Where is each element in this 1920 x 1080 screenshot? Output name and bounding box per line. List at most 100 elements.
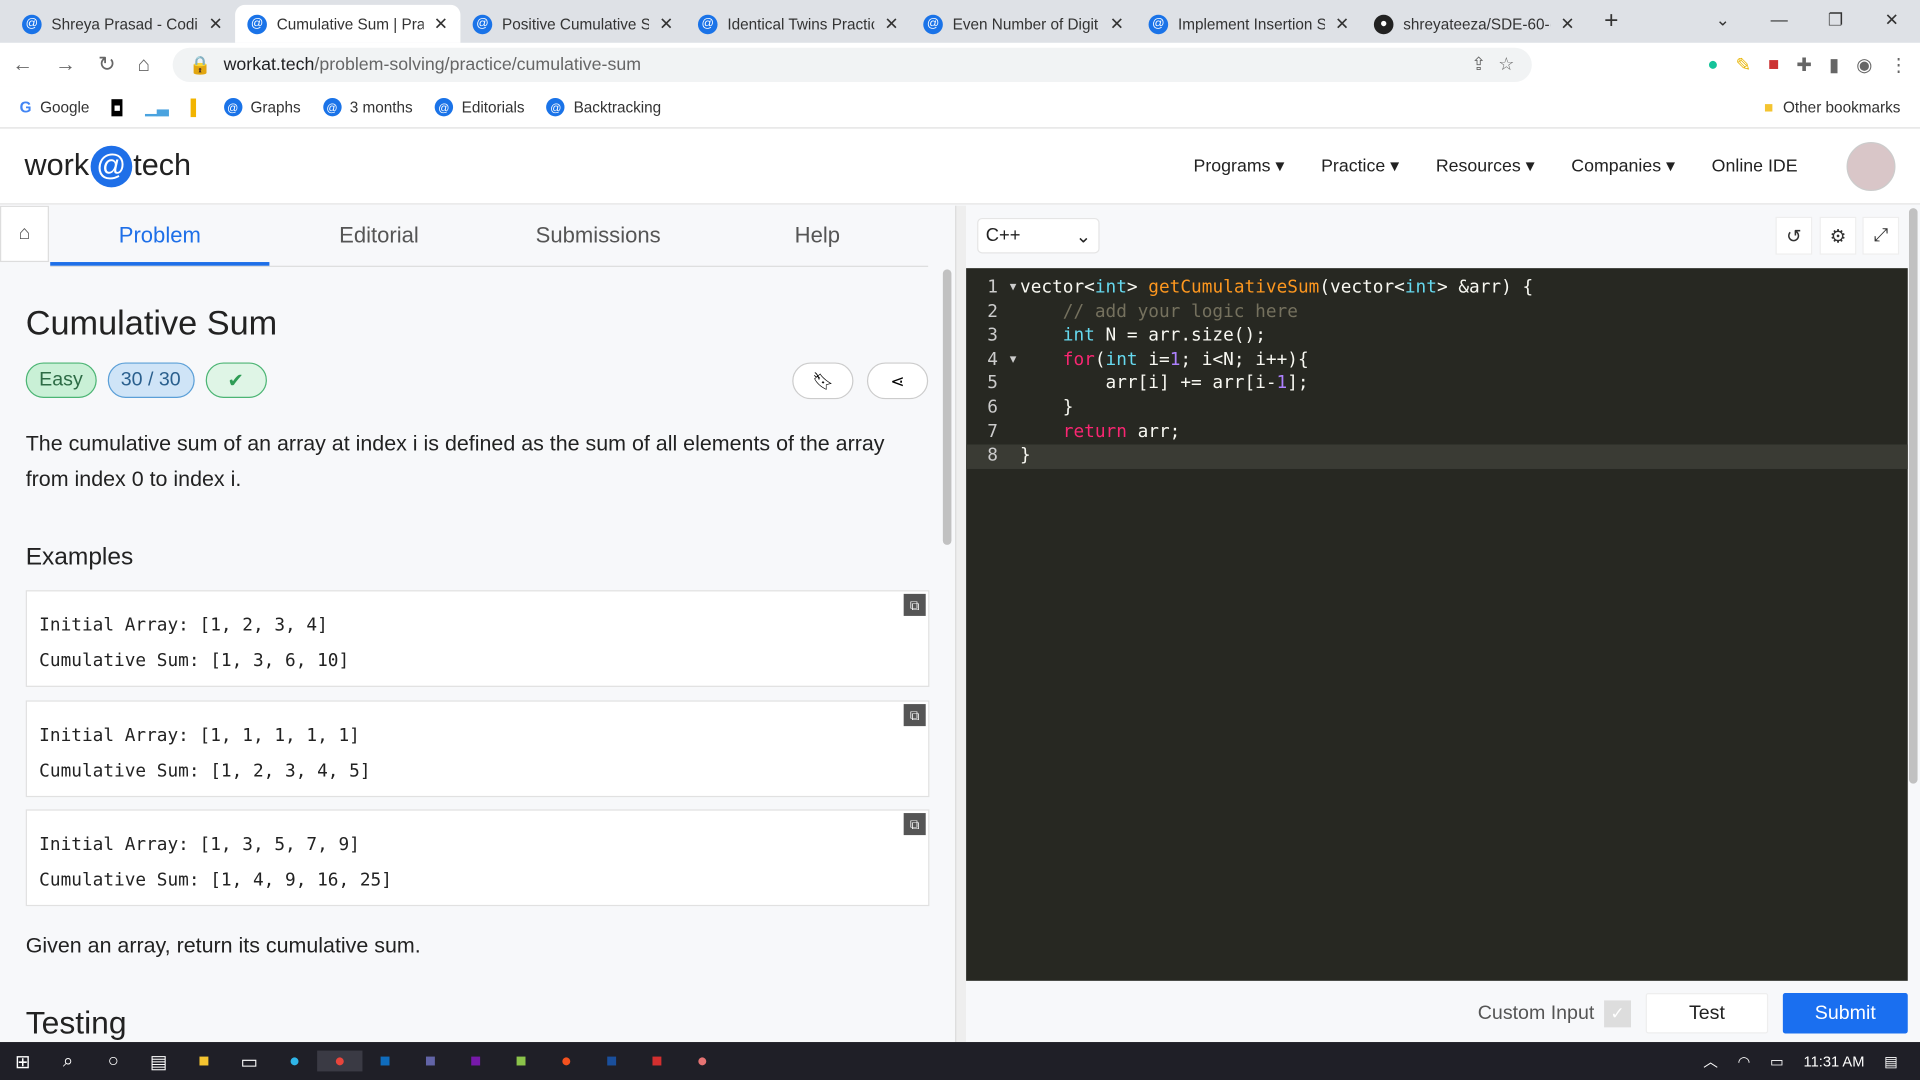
avatar[interactable]	[1846, 141, 1896, 191]
nav-companies[interactable]: Companies ▾	[1571, 156, 1675, 176]
notifications-icon[interactable]: ▤	[1884, 1052, 1898, 1069]
code-editor[interactable]: 1 ▼ vector<int> getCumulativeSum(vector<in…	[966, 268, 1908, 981]
close-icon[interactable]: ✕	[434, 13, 448, 34]
other-bookmarks[interactable]: ■ Other bookmarks	[1764, 99, 1900, 116]
search-icon[interactable]: ⌕	[45, 1051, 90, 1072]
bookmark-3-months[interactable]: @3 months	[322, 97, 413, 117]
tab-submissions[interactable]: Submissions	[489, 206, 708, 266]
copy-icon[interactable]: ⧉	[903, 704, 926, 727]
tab-problem[interactable]: Problem	[50, 206, 270, 266]
profile-icon[interactable]: ◉	[1856, 54, 1872, 76]
scrollbar[interactable]	[942, 269, 952, 545]
bookmark-icon-only[interactable]: ▁▃	[145, 98, 169, 116]
bookmark-graphs[interactable]: @ Graphs	[223, 97, 301, 117]
panel-resize-handle[interactable]	[955, 205, 967, 1043]
restore-button[interactable]: ❐	[1807, 0, 1863, 39]
bookmark-icon-only[interactable]: ▌	[191, 99, 202, 116]
battery-icon[interactable]: ▭	[1770, 1052, 1784, 1069]
browser-tab[interactable]: @ Even Number of Digit ✕	[911, 5, 1136, 43]
forward-icon[interactable]: →	[55, 53, 76, 77]
browser-tab[interactable]: ● shreyateeza/SDE-60-c ✕	[1362, 5, 1587, 43]
puzzle-icon[interactable]: ✚	[1796, 54, 1811, 76]
checkbox[interactable]: ✓	[1604, 999, 1632, 1027]
clock[interactable]: 11:31 AM	[1803, 1052, 1864, 1069]
browser-tab[interactable]: @ Shreya Prasad - Codin ✕	[10, 5, 235, 43]
highlighter-icon[interactable]: ✎	[1736, 54, 1751, 76]
fold-icon[interactable]: ▼	[1010, 349, 1017, 373]
bookmark-icon-only[interactable]: ■	[111, 98, 124, 116]
close-icon[interactable]: ✕	[1110, 13, 1124, 34]
notepad-icon[interactable]: ■	[498, 1051, 543, 1072]
scrollbar[interactable]	[1908, 208, 1918, 784]
wifi-icon[interactable]: ◠	[1738, 1052, 1751, 1069]
settings-button[interactable]: ⚙	[1819, 216, 1857, 255]
share-icon: ⋖	[890, 370, 905, 391]
close-icon[interactable]: ✕	[884, 13, 898, 34]
nav-practice[interactable]: Practice ▾	[1321, 156, 1399, 176]
grammarly-icon[interactable]: ●	[1707, 54, 1718, 76]
reload-icon[interactable]: ↻	[98, 53, 115, 77]
fullscreen-button[interactable]: ⤢	[1862, 216, 1900, 255]
browser-tab[interactable]: @ Positive Cumulative Su ✕	[460, 5, 685, 43]
star-icon[interactable]: ☆	[1498, 55, 1514, 75]
nav-resources[interactable]: Resources ▾	[1436, 156, 1535, 176]
home-button[interactable]: ⌂	[0, 205, 49, 263]
notion-icon[interactable]: ■	[589, 1051, 634, 1072]
google-icon: G	[19, 98, 32, 116]
menu-icon[interactable]: ⋮	[1889, 54, 1907, 76]
edge-icon[interactable]: ●	[272, 1051, 317, 1072]
bookmark-backtracking[interactable]: @ Backtracking	[546, 97, 661, 117]
close-window-button[interactable]: ✕	[1864, 0, 1920, 39]
fold-icon[interactable]: ▼	[1010, 277, 1017, 301]
onenote-icon[interactable]: ■	[453, 1051, 498, 1072]
share-button[interactable]: ⋖	[866, 362, 929, 400]
copy-icon[interactable]: ⧉	[903, 813, 926, 836]
close-icon[interactable]: ✕	[1335, 13, 1349, 34]
gfg-icon: ■	[111, 98, 124, 116]
logo[interactable]: work @ tech	[24, 145, 191, 187]
close-icon[interactable]: ✕	[659, 13, 673, 34]
home-icon[interactable]: ⌂	[137, 53, 150, 77]
chevron-up-icon[interactable]: ︿	[1703, 1051, 1718, 1072]
file-explorer-icon[interactable]: ■	[181, 1051, 226, 1072]
bookmarks-bar: G Google ■ ▁▃ ▌ @ Graphs @3 months @ Editor…	[0, 86, 1920, 129]
tab-editorial[interactable]: Editorial	[269, 206, 488, 266]
nav-online-ide[interactable]: Online IDE	[1712, 156, 1798, 176]
bookmark-google[interactable]: G Google	[20, 99, 90, 116]
back-icon[interactable]: ←	[12, 53, 33, 77]
tab-help[interactable]: Help	[708, 206, 927, 266]
url-input[interactable]: 🔒 workat.tech/problem-solving/practice/cu…	[172, 47, 1532, 83]
app-icon[interactable]: ●	[544, 1051, 589, 1072]
app-icon[interactable]: ●	[680, 1051, 725, 1072]
custom-input-toggle[interactable]: Custom Input ✓	[1478, 999, 1632, 1027]
browser-tab-active[interactable]: @ Cumulative Sum | Prac ✕	[235, 4, 461, 43]
tab-search-icon[interactable]: ⌄	[1695, 0, 1751, 39]
reset-button[interactable]: ↺	[1775, 216, 1813, 255]
language-select[interactable]: C++ ⌄	[977, 217, 1100, 254]
minimize-button[interactable]: —	[1751, 0, 1807, 39]
bookmark-button[interactable]: 🔖︎	[792, 362, 854, 400]
windows-start-icon[interactable]: ⊞	[0, 1050, 45, 1072]
browser-tab[interactable]: @ Implement Insertion S ✕	[1136, 5, 1361, 43]
gear-icon: ⚙	[1829, 225, 1847, 247]
extension-icon[interactable]: ■	[1768, 54, 1779, 76]
cortana-icon[interactable]: ○	[91, 1051, 136, 1072]
task-view-icon[interactable]: ▤	[136, 1050, 181, 1072]
teams-icon[interactable]: ■	[408, 1051, 453, 1072]
submit-button[interactable]: Submit	[1782, 993, 1908, 1034]
sidepanel-icon[interactable]: ▮	[1829, 54, 1839, 76]
workat-icon: @	[223, 97, 242, 117]
tablet-icon[interactable]: ▭	[227, 1050, 272, 1072]
outlook-icon[interactable]: ■	[362, 1051, 407, 1072]
test-button[interactable]: Test	[1645, 993, 1769, 1034]
share-icon[interactable]: ⇪	[1471, 55, 1486, 75]
close-icon[interactable]: ✕	[1560, 13, 1574, 34]
copy-icon[interactable]: ⧉	[903, 593, 926, 616]
chrome-icon[interactable]: ●	[317, 1050, 363, 1072]
acrobat-icon[interactable]: ■	[634, 1051, 679, 1072]
close-icon[interactable]: ✕	[208, 13, 222, 34]
nav-programs[interactable]: Programs ▾	[1194, 156, 1285, 176]
new-tab-button[interactable]: +	[1587, 7, 1636, 43]
bookmark-editorials[interactable]: @ Editorials	[434, 97, 525, 117]
browser-tab[interactable]: @ Identical Twins Practic ✕	[686, 5, 911, 43]
